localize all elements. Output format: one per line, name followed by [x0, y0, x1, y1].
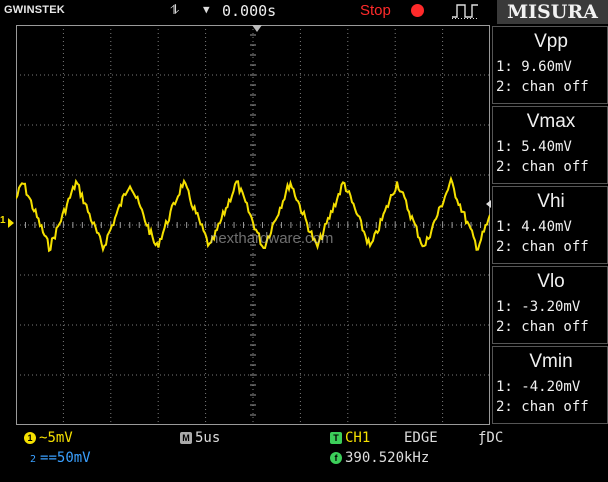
trigger-level-icon[interactable] [486, 200, 491, 208]
ch1-badge-icon: 1 [24, 432, 36, 444]
stop-indicator-icon [411, 4, 424, 17]
measurement-ch2-value: 2: chan off [496, 319, 589, 335]
trigger-position-icon[interactable] [252, 25, 262, 32]
measurement-name: Vmin [529, 351, 573, 372]
waveform-display[interactable] [16, 25, 490, 425]
ch1-scale-readout[interactable]: 1 ~5mV [24, 430, 73, 446]
measurement-ch1-value: 1: 4.40mV [496, 219, 572, 235]
ch2-badge-icon: 2 [30, 454, 37, 465]
measurement-vhi[interactable]: Vhi 1: 4.40mV 2: chan off [492, 186, 608, 264]
ch2-scale-readout[interactable]: 2 ==50mV [30, 450, 91, 466]
measurement-ch2-value: 2: chan off [496, 159, 589, 175]
measurement-ch2-value: 2: chan off [496, 239, 589, 255]
measurement-ch2-value: 2: chan off [496, 79, 589, 95]
measurement-name: Vlo [537, 271, 565, 292]
ch1-ground-marker: 1 [0, 215, 6, 226]
measurement-name: Vhi [537, 191, 565, 212]
watermark: nexthardware.com [210, 230, 334, 247]
measurement-vmax[interactable]: Vmax 1: 5.40mV 2: chan off [492, 106, 608, 184]
frequency-readout: f 390.520kHz [330, 450, 429, 466]
ch2-scale: 50mV [56, 450, 91, 466]
trigger-type[interactable]: EDGE [404, 430, 438, 446]
trigger-badge-icon: T [330, 432, 342, 444]
brand-logo: GWINSTEK [4, 4, 65, 16]
ch1-scale: 5mV [47, 430, 73, 446]
trigger-edge-icon: ⥮ [170, 3, 180, 18]
measurement-vmin[interactable]: Vmin 1: -4.20mV 2: chan off [492, 346, 608, 424]
measurement-ch1-value: 1: -4.20mV [496, 379, 581, 395]
measurement-ch1-value: 1: 5.40mV [496, 139, 572, 155]
measurement-ch1-value: 1: 9.60mV [496, 59, 572, 75]
trigger-source-readout[interactable]: T CH1 [330, 430, 370, 446]
bottom-status-bar: 1 ~5mV 2 ==50mV M 5us T CH1 EDGE ƒDC f 390.52… [0, 428, 608, 482]
measurement-ch1-value: 1: -3.20mV [496, 299, 581, 315]
trigger-status-icon [452, 4, 478, 19]
measurement-name: Vpp [534, 31, 568, 52]
ch1-marker-arrow-icon[interactable] [8, 218, 14, 228]
graticule [16, 25, 490, 425]
measurement-ch2-value: 2: chan off [496, 399, 589, 415]
measurement-panel: Vpp 1: 9.60mV 2: chan off Vmax 1: 5.40mV… [492, 26, 608, 426]
trigger-coupling[interactable]: ƒDC [478, 430, 503, 446]
frequency-value: 390.520kHz [345, 450, 430, 466]
timebase-value: 5us [195, 430, 221, 446]
run-state-label[interactable]: Stop [360, 2, 391, 19]
trigger-source: CH1 [345, 430, 371, 446]
measurement-name: Vmax [526, 111, 576, 132]
measurement-vpp[interactable]: Vpp 1: 9.60mV 2: chan off [492, 26, 608, 104]
trigger-arrow-icon: ▼ [203, 3, 210, 16]
ch2-coupling-icon: == [40, 450, 57, 466]
measure-menu-title[interactable]: MISURA [497, 0, 608, 24]
top-status-bar: GWINSTEK ⥮ ▼ 0.000s Stop MISURA [0, 0, 608, 24]
timebase-badge-icon: M [180, 432, 192, 444]
time-offset: 0.000s [222, 2, 277, 20]
frequency-badge-icon: f [330, 452, 342, 464]
measurement-vlo[interactable]: Vlo 1: -3.20mV 2: chan off [492, 266, 608, 344]
timebase-readout[interactable]: M 5us [180, 430, 220, 446]
